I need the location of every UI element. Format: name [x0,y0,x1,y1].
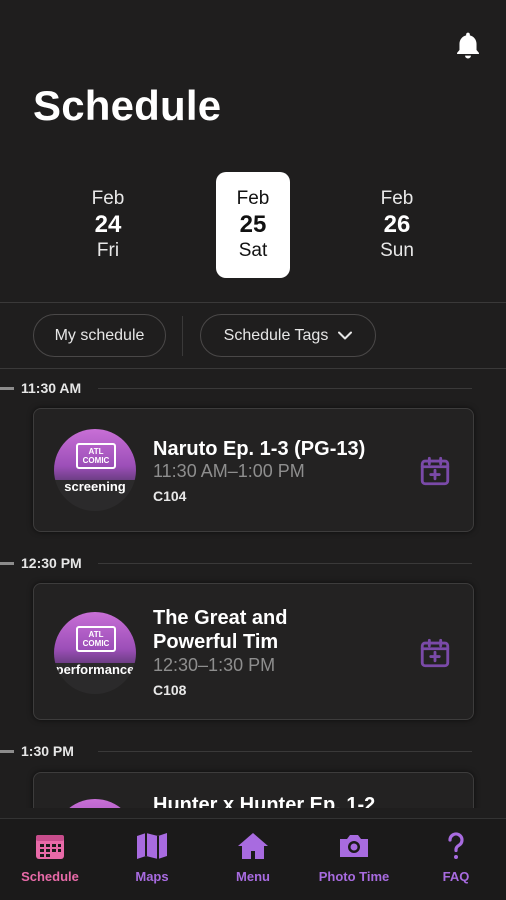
event-time: 12:30–1:30 PM [153,655,276,675]
event-title: Naruto Ep. 1-3 (PG-13) [153,438,366,460]
time-header: 11:30 AM [0,379,472,397]
event-room: C104 [153,488,187,504]
camera-icon [340,835,368,857]
date-selector: Feb 24 Fri Feb 25 Sat Feb 26 Sun [0,172,506,278]
schedule-tags-dropdown[interactable]: Schedule Tags [200,314,376,357]
event-card[interactable]: ATL COMIC performance The Great and Powe… [33,583,474,720]
date-feb-24[interactable]: Feb 24 Fri [71,172,145,278]
page-title: Schedule [33,82,222,129]
my-schedule-label: My schedule [54,326,145,344]
tab-schedule[interactable]: Schedule [0,831,100,884]
filter-separator [182,316,183,356]
event-badge-logo: ATL COMIC [76,443,116,469]
calendar-icon [36,835,64,859]
time-label: 11:30 AM [21,380,82,396]
event-card[interactable]: Hunter x Hunter Ep. 1-2 [33,772,474,808]
tab-bar: Schedule Maps Menu Photo Time FAQ [0,818,506,900]
add-to-calendar-icon[interactable] [418,454,452,488]
tab-maps[interactable]: Maps [102,831,202,884]
event-badge-label: performance [55,662,135,677]
event-title-line-2: Powerful Tim [153,631,279,653]
event-badge-label: screening [64,479,126,494]
map-icon [137,833,167,859]
tab-photo-time[interactable]: Photo Time [304,831,404,884]
add-to-calendar-icon[interactable] [418,636,452,670]
time-label: 1:30 PM [21,743,74,759]
event-time: 11:30 AM–1:00 PM [153,461,305,481]
tab-faq[interactable]: FAQ [406,831,506,884]
time-header: 12:30 PM [0,554,472,572]
home-icon [238,833,268,859]
tab-label: Photo Time [318,869,390,884]
date-weekday: Fri [96,240,120,261]
time-label: 12:30 PM [21,555,82,571]
tab-label: FAQ [442,869,470,884]
date-weekday: Sat [238,240,268,261]
date-day: 25 [239,211,267,238]
event-title: Hunter x Hunter Ep. 1-2 [153,794,376,808]
date-month: Feb [91,188,125,209]
tab-label: Menu [236,869,270,884]
chevron-down-icon [338,331,353,340]
date-weekday: Sun [380,240,414,261]
tab-label: Maps [135,869,169,884]
event-room: C108 [153,682,187,698]
event-badge-image: ATL COMIC screening [54,429,136,511]
divider [0,302,506,303]
date-feb-25[interactable]: Feb 25 Sat [216,172,290,278]
event-card[interactable]: ATL COMIC screening Naruto Ep. 1-3 (PG-1… [33,408,474,532]
date-feb-26[interactable]: Feb 26 Sun [360,172,434,278]
my-schedule-button[interactable]: My schedule [33,314,166,357]
event-badge-image: ATL COMIC performance [54,612,136,694]
schedule-tags-label: Schedule Tags [223,326,329,344]
event-badge-logo: ATL COMIC [76,626,116,652]
bell-icon[interactable] [452,28,484,64]
tab-label: Schedule [21,869,79,884]
tab-menu[interactable]: Menu [203,831,303,884]
time-header: 1:30 PM [0,742,472,760]
date-day: 26 [383,211,411,238]
schedule-list[interactable]: 11:30 AM ATL COMIC screening Naruto Ep. … [0,370,506,808]
date-day: 24 [94,211,122,238]
event-badge-image [54,799,136,808]
date-month: Feb [236,188,270,209]
event-title: The Great and [153,607,288,629]
divider [0,368,506,369]
date-month: Feb [380,188,414,209]
question-icon [448,832,464,859]
